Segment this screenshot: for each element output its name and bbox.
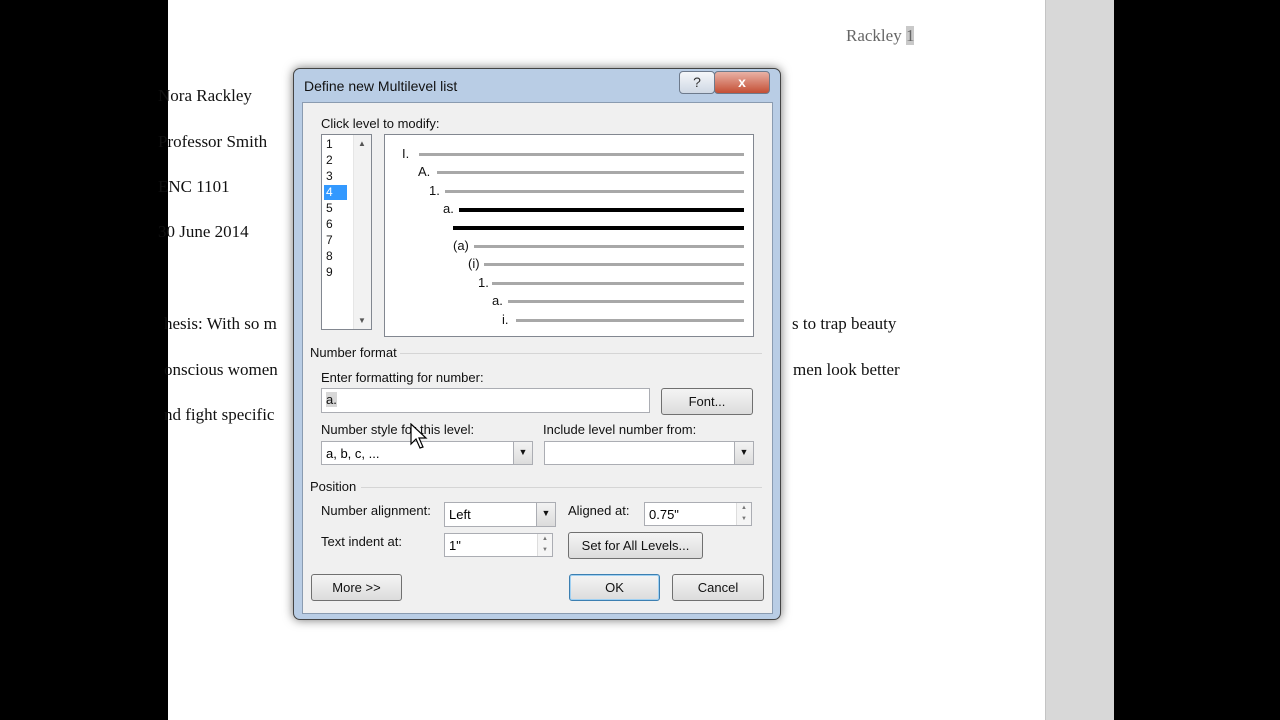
level-item[interactable]: 1 (324, 137, 347, 152)
preview-label: a. (443, 201, 454, 216)
doc-fragment: onscious women (164, 360, 278, 379)
header: Rackley 1 (846, 26, 915, 46)
preview-label: (i) (468, 256, 480, 271)
number-format-value: a. (326, 392, 337, 407)
doc-fragment: s to trap beauty (792, 314, 897, 333)
chevron-down-icon[interactable]: ▼ (536, 503, 555, 526)
level-item[interactable]: 2 (324, 153, 347, 168)
font-button[interactable]: Font... (661, 388, 753, 415)
dialog-client: Click level to modify: 1 2 3 4 5 6 7 8 9… (302, 102, 773, 614)
close-button[interactable]: x (714, 71, 770, 94)
dialog-title: Define new Multilevel list (304, 78, 458, 94)
preview-label: A. (418, 164, 431, 179)
level-item[interactable]: 7 (324, 233, 347, 248)
text-indent-label: Text indent at: (321, 534, 402, 549)
doc-fragment: men look better (793, 360, 900, 379)
include-level-label: Include level number from: (543, 422, 697, 437)
scroll-up-icon[interactable]: ▲ (358, 139, 366, 148)
level-item[interactable]: 3 (324, 169, 347, 184)
level-item[interactable]: 9 (324, 265, 347, 280)
chevron-down-icon[interactable]: ▼ (513, 442, 532, 464)
divider (361, 487, 762, 488)
level-listbox[interactable]: 1 2 3 4 5 6 7 8 9 ▲ ▼ (321, 134, 372, 330)
level-item[interactable]: 8 (324, 249, 347, 264)
cancel-button[interactable]: Cancel (672, 574, 764, 601)
spin-down-icon[interactable]: ▼ (537, 545, 552, 556)
aligned-at-spinner[interactable]: 0.75" ▲ ▼ (644, 502, 752, 526)
aligned-at-label: Aligned at: (568, 503, 630, 518)
help-button[interactable]: ? (679, 71, 715, 94)
document-gutter (1045, 0, 1114, 720)
ok-button[interactable]: OK (569, 574, 660, 601)
level-item[interactable]: 6 (324, 217, 347, 232)
define-multilevel-list-dialog: Define new Multilevel list ? x Click lev… (293, 68, 781, 620)
number-alignment-select[interactable]: Left ▼ (444, 502, 556, 527)
number-alignment-value: Left (449, 507, 471, 522)
preview-label: 1. (429, 183, 440, 198)
header-page-number: 1 (905, 26, 915, 45)
position-heading: Position (310, 479, 357, 494)
preview-line (516, 319, 744, 322)
preview-label: a. (492, 293, 503, 308)
number-format-heading: Number format (310, 345, 397, 360)
aligned-at-value: 0.75" (649, 507, 679, 522)
doc-line-professor: Professor Smith (158, 132, 268, 151)
preview-label: I. (402, 146, 410, 161)
preview-line-selected (459, 208, 744, 212)
mouse-cursor-icon (410, 423, 428, 449)
more-button[interactable]: More >> (311, 574, 402, 601)
set-for-all-levels-button[interactable]: Set for All Levels... (568, 532, 703, 559)
header-name: Rackley (846, 26, 902, 45)
doc-fragment: hesis: With so m (164, 314, 277, 333)
level-list-scrollbar[interactable]: ▲ ▼ (353, 135, 371, 329)
divider (400, 353, 762, 354)
preview-label: i. (502, 312, 509, 327)
preview-label: 1. (478, 275, 489, 290)
number-format-input[interactable]: a. (321, 388, 650, 413)
dialog-titlebar[interactable]: Define new Multilevel list ? x (294, 69, 780, 103)
level-item[interactable]: 5 (324, 201, 347, 216)
preview-line (474, 245, 744, 248)
number-style-value: a, b, c, ... (326, 446, 380, 461)
list-preview: I. A. 1. a. (a) (i) 1. a. i. (384, 134, 754, 337)
spin-up-icon[interactable]: ▲ (736, 503, 751, 514)
number-style-label: Number style for this level: (321, 422, 475, 437)
preview-line (484, 263, 744, 266)
doc-line-name: Nora Rackley (158, 86, 252, 105)
enter-formatting-label: Enter formatting for number: (321, 370, 484, 385)
preview-line (492, 282, 744, 285)
preview-line (437, 171, 744, 174)
doc-line-course: ENC 1101 (158, 177, 230, 196)
preview-line-selected (453, 226, 744, 230)
doc-line-date: 30 June 2014 (158, 222, 249, 241)
doc-fragment: nd fight specific (164, 405, 275, 424)
text-indent-value: 1" (449, 538, 461, 553)
number-alignment-label: Number alignment: (321, 503, 431, 518)
scroll-down-icon[interactable]: ▼ (358, 316, 366, 325)
preview-line (508, 300, 744, 303)
include-level-select[interactable]: ▼ (544, 441, 754, 465)
text-indent-spinner[interactable]: 1" ▲ ▼ (444, 533, 553, 557)
preview-line (445, 190, 744, 193)
preview-label: (a) (453, 238, 469, 253)
spin-up-icon[interactable]: ▲ (537, 534, 552, 545)
preview-line (419, 153, 744, 156)
click-level-label: Click level to modify: (321, 116, 440, 131)
level-item-selected[interactable]: 4 (324, 185, 347, 200)
chevron-down-icon[interactable]: ▼ (734, 442, 753, 464)
spin-down-icon[interactable]: ▼ (736, 514, 751, 525)
